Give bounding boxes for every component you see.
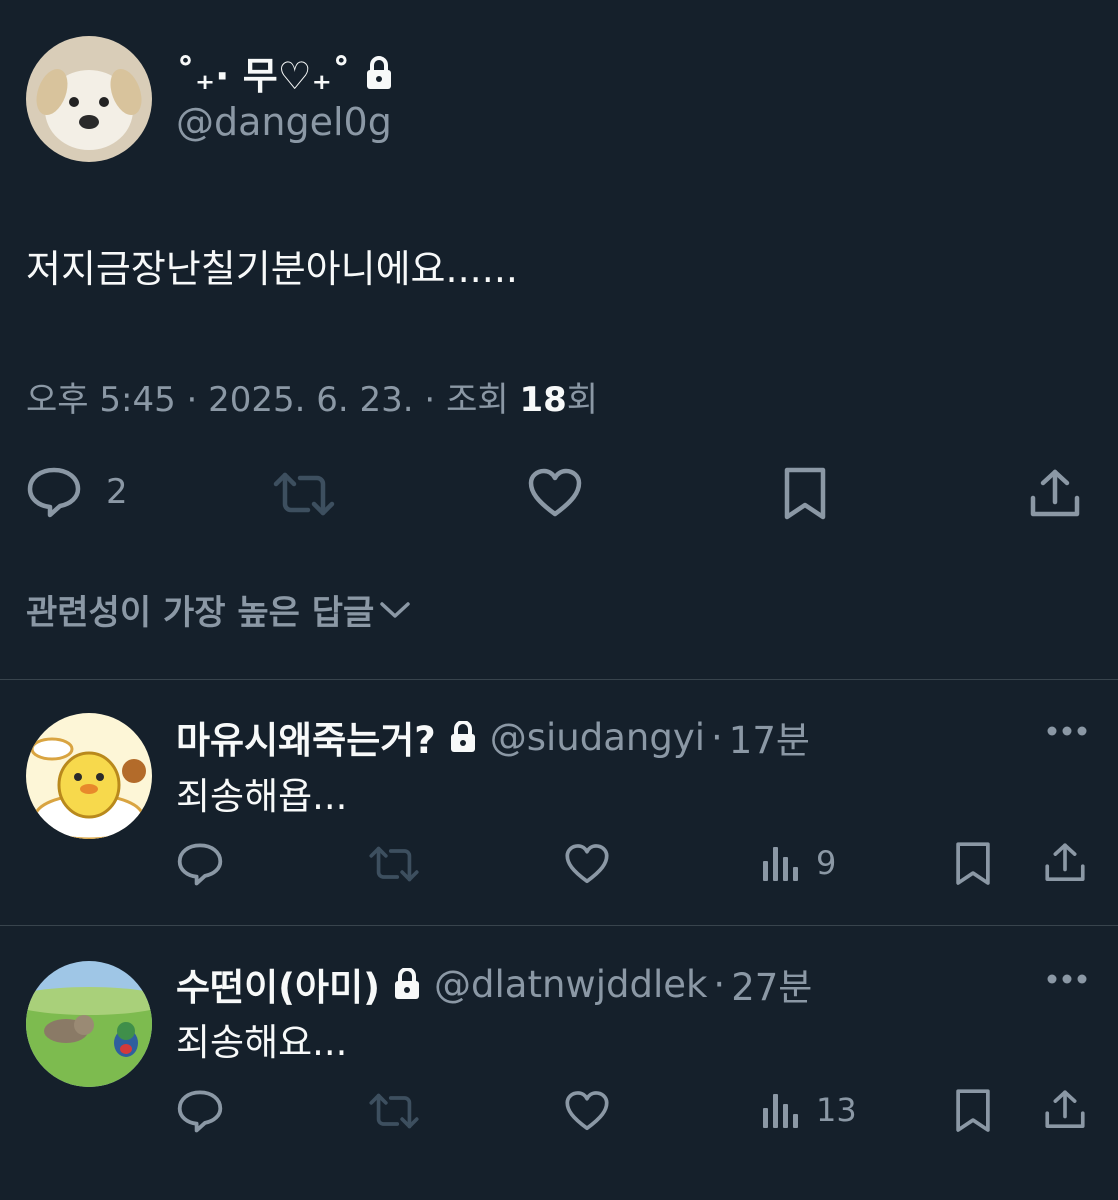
more-options-icon[interactable] bbox=[1046, 972, 1088, 986]
lock-icon bbox=[394, 968, 420, 1000]
share-icon bbox=[1043, 1089, 1087, 1131]
user-handle[interactable]: @dangel0g bbox=[176, 100, 392, 144]
bookmark-icon bbox=[782, 465, 828, 523]
reply-header: 수떤이(아미) @dlatnwjddlek · 27분 bbox=[176, 957, 812, 1011]
avatar[interactable] bbox=[26, 713, 152, 839]
display-name-text[interactable]: ˚₊· 무♡₊˚ bbox=[176, 45, 351, 100]
retweet-icon bbox=[368, 1091, 420, 1131]
reply-author-handle[interactable]: @dlatnwjddlek bbox=[434, 963, 707, 1006]
heart-icon bbox=[564, 843, 610, 885]
retweet-button[interactable] bbox=[272, 470, 336, 518]
retweet-icon bbox=[368, 844, 420, 884]
reply-time[interactable]: 27분 bbox=[731, 957, 812, 1011]
reply-sort-dropdown[interactable]: 관련성이 가장 높은 답글 bbox=[26, 585, 412, 634]
retweet-button[interactable] bbox=[368, 844, 420, 884]
reply-button[interactable]: 2 bbox=[26, 466, 128, 518]
bookmark-button[interactable] bbox=[782, 465, 828, 523]
like-button[interactable] bbox=[564, 1090, 610, 1132]
reply-icon bbox=[176, 842, 224, 886]
retweet-icon bbox=[272, 470, 336, 518]
tweet-time[interactable]: 오후 5:45 bbox=[26, 372, 176, 421]
reply-time[interactable]: 17분 bbox=[729, 710, 810, 764]
bookmark-icon bbox=[954, 1087, 992, 1135]
avatar[interactable] bbox=[26, 961, 152, 1087]
separator-dot: · bbox=[175, 380, 209, 420]
analytics-icon bbox=[760, 843, 800, 883]
reply-text: 죄송해요... bbox=[176, 1021, 348, 1064]
share-button[interactable] bbox=[1028, 468, 1082, 520]
tweet-date[interactable]: 2025. 6. 23. bbox=[208, 380, 413, 420]
like-button[interactable] bbox=[527, 468, 583, 518]
bookmark-icon bbox=[954, 840, 992, 888]
analytics-icon bbox=[760, 1090, 800, 1130]
display-name[interactable]: ˚₊· 무♡₊˚ bbox=[176, 45, 393, 100]
chevron-down-icon bbox=[378, 599, 412, 621]
reply-button[interactable] bbox=[176, 842, 224, 886]
heart-icon bbox=[564, 1090, 610, 1132]
tweet-meta: 오후 5:45 · 2025. 6. 23. · 조회 18 회 bbox=[26, 372, 598, 421]
reply-author-name[interactable]: 마유시왜죽는거? bbox=[176, 710, 436, 764]
divider bbox=[0, 925, 1118, 926]
views-count: 18 bbox=[519, 380, 567, 420]
separator-dot: · bbox=[713, 962, 726, 1006]
share-icon bbox=[1043, 842, 1087, 884]
views-button[interactable]: 9 bbox=[760, 843, 836, 883]
reply-button[interactable] bbox=[176, 1089, 224, 1133]
reply-count: 2 bbox=[106, 472, 128, 512]
bookmark-button[interactable] bbox=[954, 1087, 992, 1135]
reply-author-name[interactable]: 수떤이(아미) bbox=[176, 957, 380, 1011]
reply-icon bbox=[26, 466, 82, 518]
views-count: 13 bbox=[816, 1091, 857, 1129]
heart-icon bbox=[527, 468, 583, 518]
bookmark-button[interactable] bbox=[954, 840, 992, 888]
share-button[interactable] bbox=[1043, 842, 1087, 884]
separator-dot: · bbox=[413, 380, 447, 420]
more-options-icon[interactable] bbox=[1046, 724, 1088, 738]
reply-text: 죄송해욥... bbox=[176, 775, 348, 818]
avatar[interactable] bbox=[26, 36, 152, 162]
tweet-text: 저지금장난칠기분아니에요...... bbox=[26, 247, 518, 291]
lock-icon bbox=[450, 721, 476, 753]
separator-dot: · bbox=[711, 715, 723, 759]
lock-icon bbox=[365, 55, 393, 90]
like-button[interactable] bbox=[564, 843, 610, 885]
reply-author-handle[interactable]: @siudangyi bbox=[490, 716, 705, 759]
views-suffix: 회 bbox=[566, 380, 599, 420]
reply-icon bbox=[176, 1089, 224, 1133]
share-button[interactable] bbox=[1043, 1089, 1087, 1131]
views-count: 9 bbox=[816, 844, 837, 882]
views-button[interactable]: 13 bbox=[760, 1090, 857, 1130]
reply-header: 마유시왜죽는거? @siudangyi · 17분 bbox=[176, 710, 810, 764]
retweet-button[interactable] bbox=[368, 1091, 420, 1131]
share-icon bbox=[1028, 468, 1082, 520]
sort-label: 관련성이 가장 높은 답글 bbox=[26, 593, 375, 633]
views-prefix: 조회 bbox=[446, 380, 509, 420]
divider bbox=[0, 679, 1118, 680]
